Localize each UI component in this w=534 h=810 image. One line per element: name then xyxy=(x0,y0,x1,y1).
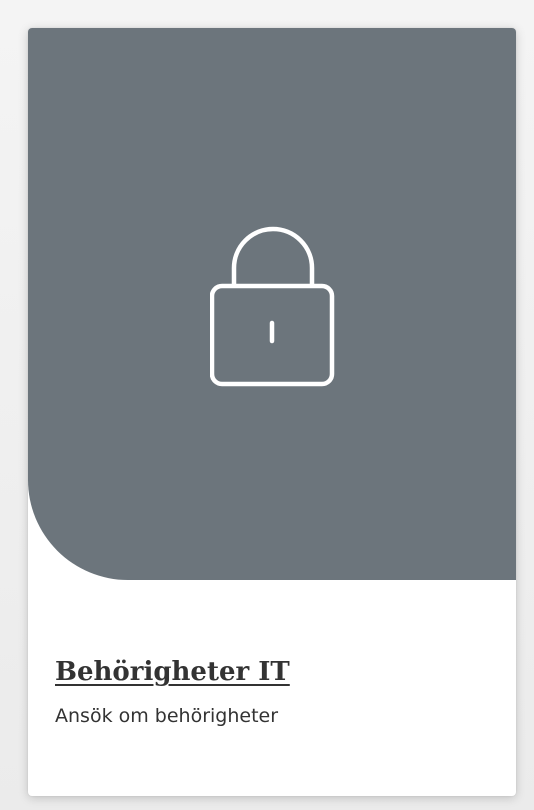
card-subtitle: Ansök om behörigheter xyxy=(55,705,279,727)
card-title-link[interactable]: Behörigheter IT xyxy=(55,656,290,688)
card-hero-image xyxy=(28,28,516,580)
page-background: Behörigheter IT Ansök om behörigheter xyxy=(0,0,534,810)
service-card-behorigheter-it[interactable]: Behörigheter IT Ansök om behörigheter xyxy=(28,28,516,796)
lock-icon xyxy=(210,226,335,387)
